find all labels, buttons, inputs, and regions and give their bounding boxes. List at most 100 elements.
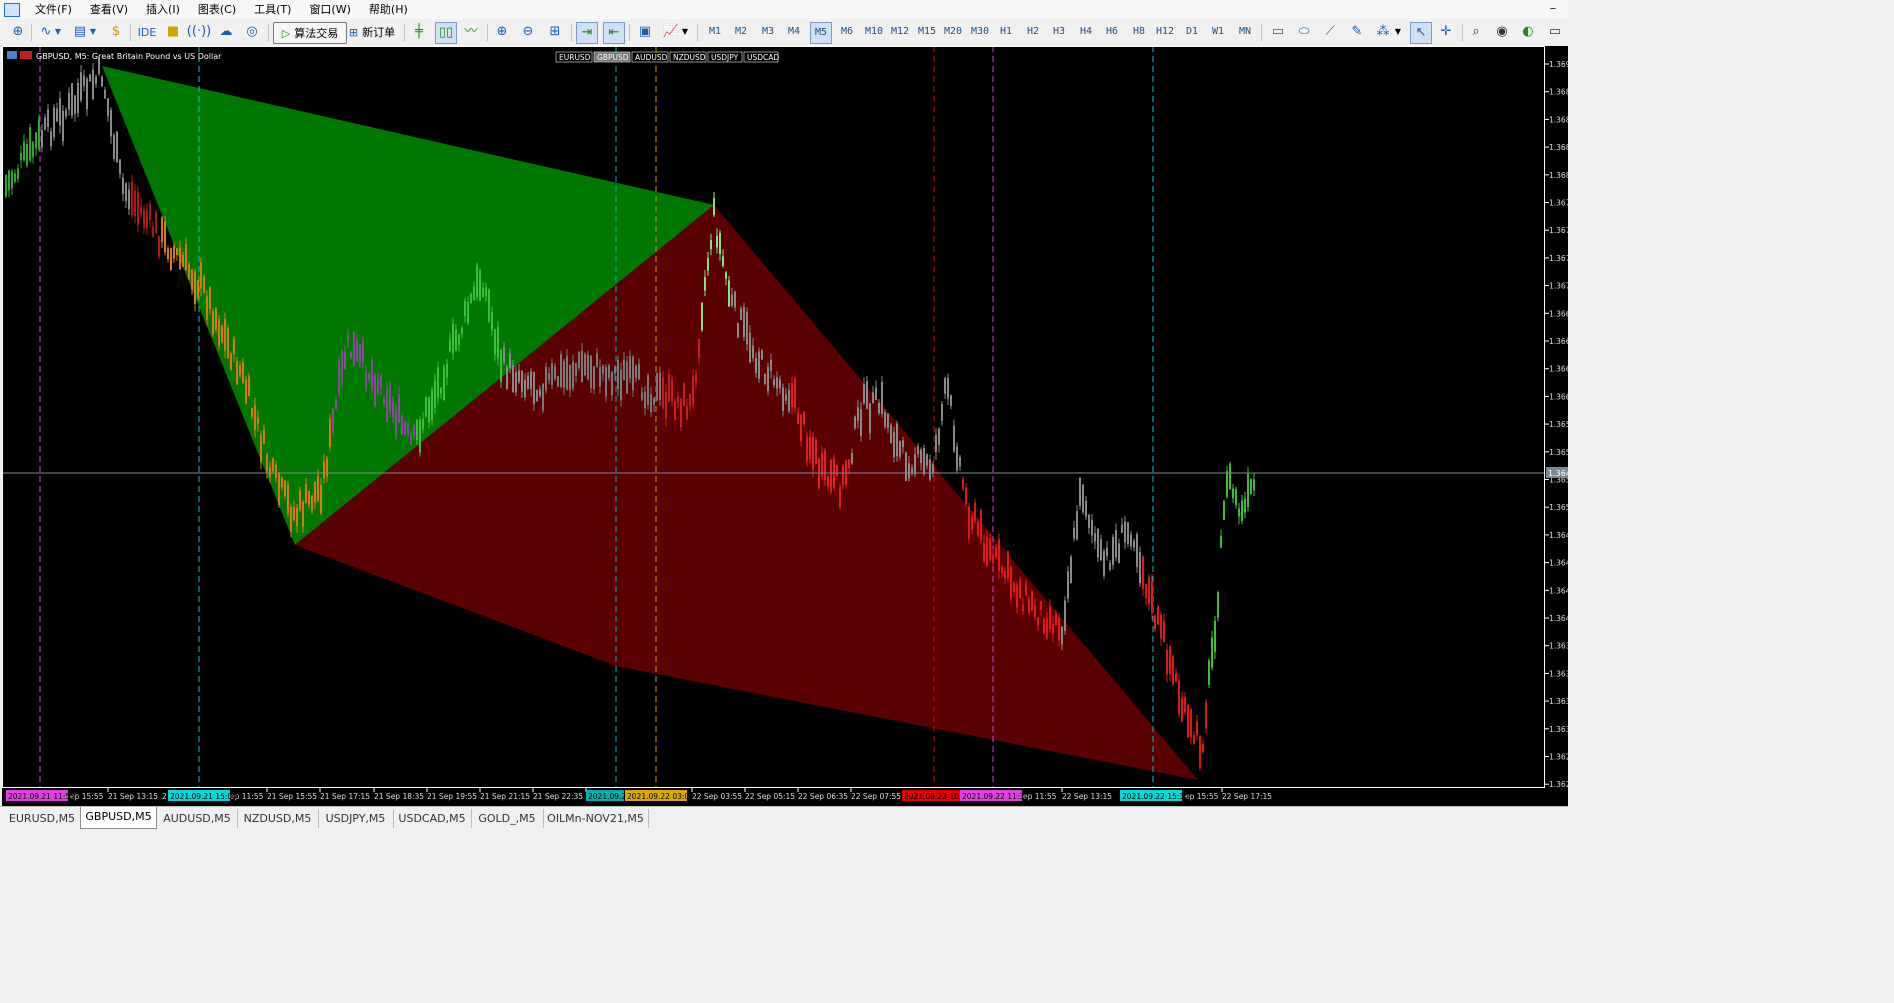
candle-body: [1106, 547, 1108, 556]
tab-oil[interactable]: OILMn-NOV21,M5: [543, 809, 649, 828]
search-icon[interactable]: ⌕: [1466, 22, 1486, 42]
symbol-icon: [7, 51, 17, 59]
signal-icon[interactable]: ((·)): [187, 22, 211, 42]
grid-icon[interactable]: ⊞: [545, 22, 565, 42]
symbol-button-gbpusd[interactable]: GBPUSD: [593, 51, 631, 63]
menu-help[interactable]: 帮助(H): [360, 0, 417, 19]
timeframe-d1[interactable]: D1: [1181, 22, 1203, 42]
lock-icon[interactable]: ■: [163, 22, 183, 42]
symbol-button-usdcad[interactable]: USDCAD: [743, 51, 779, 63]
candle-body: [545, 366, 547, 391]
candle-body: [191, 270, 193, 290]
candle-body: [989, 538, 991, 560]
chevron-down-icon[interactable]: ▼: [1393, 22, 1403, 42]
tab-eurusd[interactable]: EURUSD,M5: [4, 809, 81, 828]
tab-gbpusd[interactable]: GBPUSD,M5: [80, 807, 157, 829]
timeframe-mn[interactable]: MN: [1234, 22, 1256, 42]
new-order-button[interactable]: ⊞ 新订单: [346, 22, 398, 42]
timeframe-h6[interactable]: H6: [1101, 22, 1123, 42]
rectangle-icon[interactable]: ▭: [1268, 22, 1288, 42]
timeframe-m10[interactable]: M10: [863, 22, 885, 42]
menu-window[interactable]: 窗口(W): [300, 0, 359, 19]
minimize-icon[interactable]: –: [1538, 0, 1568, 19]
panel-toggle-icon[interactable]: ▭: [1544, 22, 1566, 42]
tab-usdjpy[interactable]: USDJPY,M5: [318, 809, 394, 828]
timeframe-m1[interactable]: M1: [704, 22, 726, 42]
timeframe-m2[interactable]: M2: [730, 22, 752, 42]
cursor-icon[interactable]: ↖: [1410, 22, 1432, 44]
lvl-icon[interactable]: ◐: [1518, 22, 1538, 42]
ellipse-icon[interactable]: ⬭: [1294, 22, 1314, 42]
timeframe-m20[interactable]: M20: [942, 22, 964, 42]
candle-body: [44, 117, 46, 130]
bar-chart-icon[interactable]: ╪: [409, 22, 429, 42]
timeframe-m3[interactable]: M3: [757, 22, 779, 42]
symbol-button-usdjpy[interactable]: USDJPY: [707, 51, 743, 63]
candle-body: [323, 461, 325, 479]
menu-file[interactable]: 文件(F): [26, 0, 81, 19]
zoom-out-icon[interactable]: ⊖: [518, 22, 538, 42]
candle-body: [1148, 577, 1150, 604]
tab-usdcad[interactable]: USDCAD,M5: [393, 809, 472, 828]
timeframe-m30[interactable]: M30: [969, 22, 991, 42]
algo-trading-button[interactable]: ▷ 算法交易: [273, 22, 347, 44]
timeframe-w1[interactable]: W1: [1207, 22, 1229, 42]
chart-shift-icon[interactable]: ⇤: [603, 22, 625, 44]
account-icon[interactable]: ◉: [1492, 22, 1512, 42]
timeframe-h12[interactable]: H12: [1154, 22, 1176, 42]
candle-body: [977, 522, 979, 536]
price-chart[interactable]: 1.3696 1.3688 1.3685 1.3683 1.3680 1.3678 1.36…: [2, 46, 1568, 806]
candle-body: [866, 381, 868, 409]
candle-body: [269, 466, 271, 477]
timeframe-m5[interactable]: M5: [810, 22, 832, 44]
timeframe-h3[interactable]: H3: [1048, 22, 1070, 42]
candle-body: [1094, 533, 1096, 542]
market-icon[interactable]: $: [106, 22, 126, 42]
timeframe-m6[interactable]: M6: [836, 22, 858, 42]
menu-tools[interactable]: 工具(T): [245, 0, 300, 19]
crosshair-icon[interactable]: ✛: [1436, 22, 1456, 42]
menu-charts[interactable]: 图表(C): [189, 0, 245, 19]
chart-window[interactable]: 1.3696 1.3688 1.3685 1.3683 1.3680 1.3678 1.36…: [2, 46, 1568, 806]
candle-body: [827, 476, 829, 487]
autoscroll-icon[interactable]: ⇥: [576, 22, 598, 44]
symbol-button-eurusd[interactable]: EURUSD: [555, 51, 593, 63]
chevron-down-icon[interactable]: ▼: [680, 22, 690, 42]
ide-button[interactable]: IDE: [136, 22, 158, 42]
shapes-icon[interactable]: ⁂: [1373, 22, 1393, 42]
globe-icon[interactable]: ◎: [242, 22, 262, 42]
menu-view[interactable]: 查看(V): [81, 0, 137, 19]
cloud-icon[interactable]: ☁: [216, 22, 236, 42]
timeframe-m15[interactable]: M15: [916, 22, 938, 42]
candle-body: [23, 141, 25, 161]
timeframe-h1[interactable]: H1: [995, 22, 1017, 42]
trendline-icon[interactable]: ⟋: [1320, 22, 1340, 42]
menu-insert[interactable]: 插入(I): [137, 0, 189, 19]
chevron-down-icon[interactable]: ▼: [53, 22, 63, 42]
tab-gold[interactable]: GOLD_,M5: [471, 809, 544, 828]
pen-icon[interactable]: ✎: [1347, 22, 1367, 42]
chart-template-icon[interactable]: ▤: [70, 22, 90, 42]
timeframe-h8[interactable]: H8: [1128, 22, 1150, 42]
line-chart-icon[interactable]: 〰: [461, 22, 481, 42]
candlestick-icon[interactable]: ▯▯: [435, 22, 457, 44]
candle-body: [521, 370, 523, 392]
chevron-down-icon[interactable]: ▼: [88, 22, 98, 42]
timeframe-m12[interactable]: M12: [889, 22, 911, 42]
candle-body: [356, 339, 358, 362]
symbol-button-audusd[interactable]: AUDUSD: [631, 51, 669, 63]
zoom-in-icon[interactable]: ⊕: [492, 22, 512, 42]
candle-body: [1085, 500, 1087, 517]
tab-nzdusd[interactable]: NZDUSD,M5: [237, 809, 319, 828]
screenshot-icon[interactable]: ▣: [635, 22, 655, 42]
new-chart-icon[interactable]: ⊕: [8, 22, 28, 42]
timeframe-h2[interactable]: H2: [1022, 22, 1044, 42]
symbol-button-nzdusd[interactable]: NZDUSD: [669, 51, 707, 63]
candle-body: [1001, 566, 1003, 573]
price-label: 1.3665: [1549, 337, 1568, 346]
candle-body: [626, 361, 628, 394]
timeframe-m4[interactable]: M4: [783, 22, 805, 42]
tab-audusd[interactable]: AUDUSD,M5: [157, 809, 238, 828]
indicator-list-icon[interactable]: 📈: [661, 22, 681, 42]
timeframe-h4[interactable]: H4: [1075, 22, 1097, 42]
